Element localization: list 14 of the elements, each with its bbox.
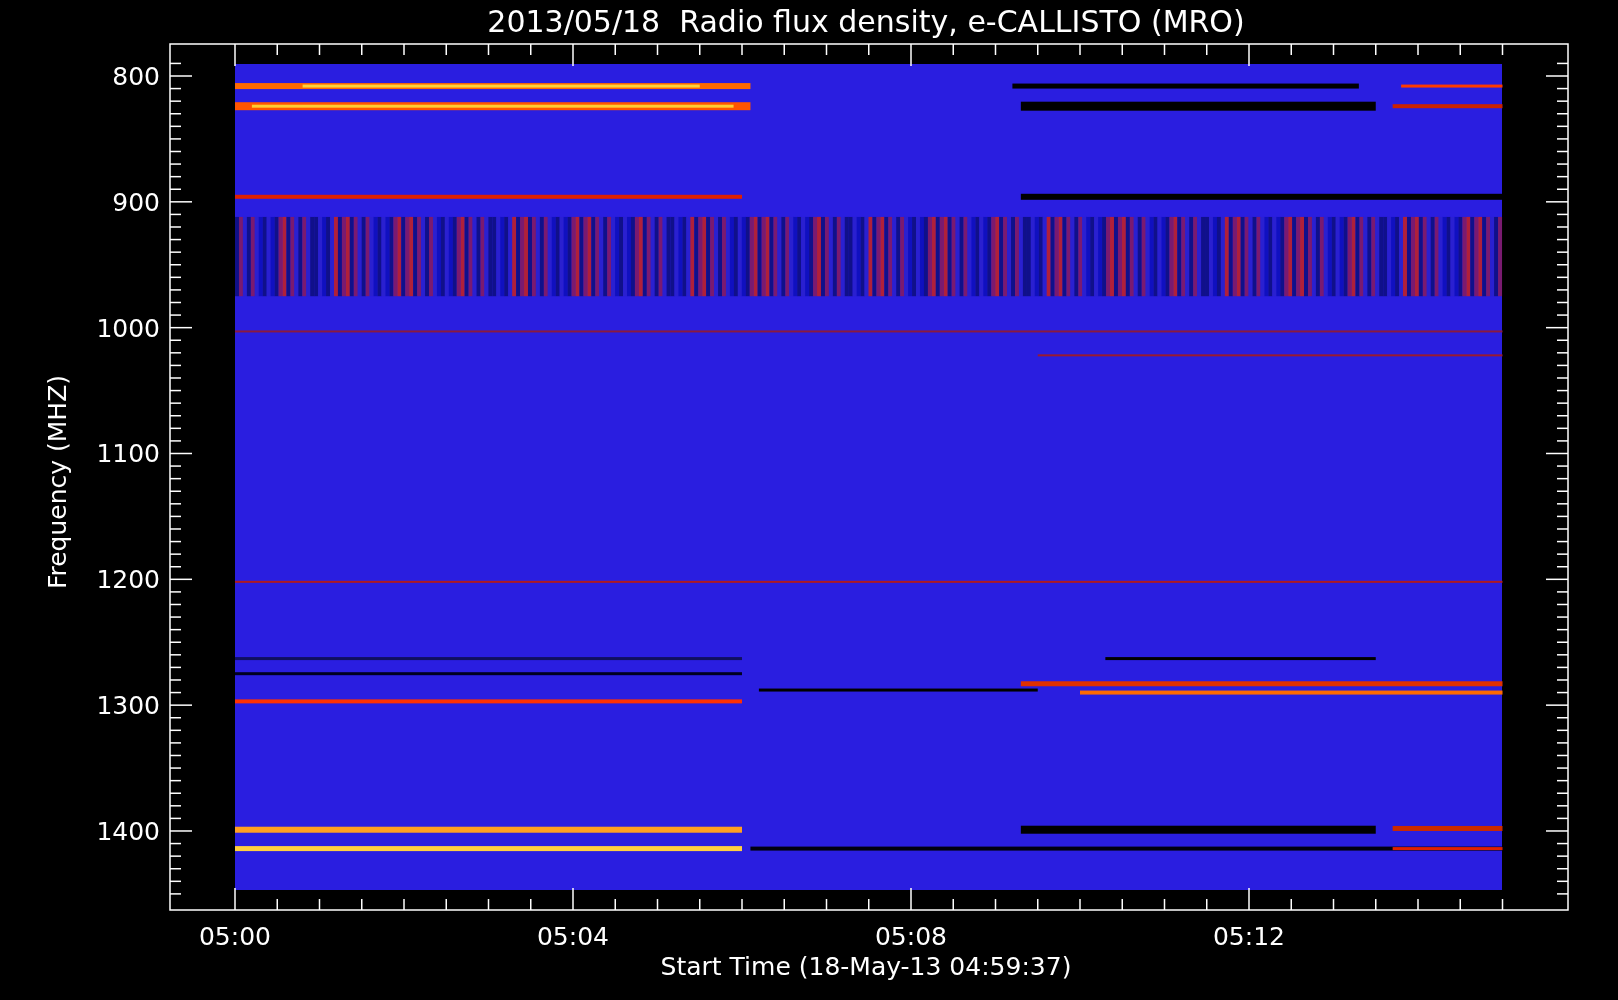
axis-tick-label: 800 bbox=[112, 62, 160, 91]
chart-title: 2013/05/18 Radio flux density, e-CALLISTO (MRO) bbox=[487, 4, 1245, 39]
axis-tick-label: 05:08 bbox=[875, 922, 947, 951]
axis-title: Frequency (MHZ) bbox=[43, 374, 72, 590]
axis-tick-label: 05:04 bbox=[537, 922, 609, 951]
axis-tick-label: 05:00 bbox=[199, 922, 271, 951]
axis-tick-label: 1200 bbox=[96, 565, 160, 595]
axis-tick-label: 1100 bbox=[96, 439, 160, 469]
axis-tick-label: 900 bbox=[112, 187, 160, 217]
axis-title: Start Time (18-May-13 04:59:37) bbox=[660, 952, 1072, 981]
axis-tick-label: 1400 bbox=[96, 817, 160, 846]
axis-tick-label: 1300 bbox=[96, 691, 160, 721]
axis-tick-label: 1000 bbox=[96, 313, 160, 343]
axis-tick-label: 05:12 bbox=[1213, 922, 1285, 951]
